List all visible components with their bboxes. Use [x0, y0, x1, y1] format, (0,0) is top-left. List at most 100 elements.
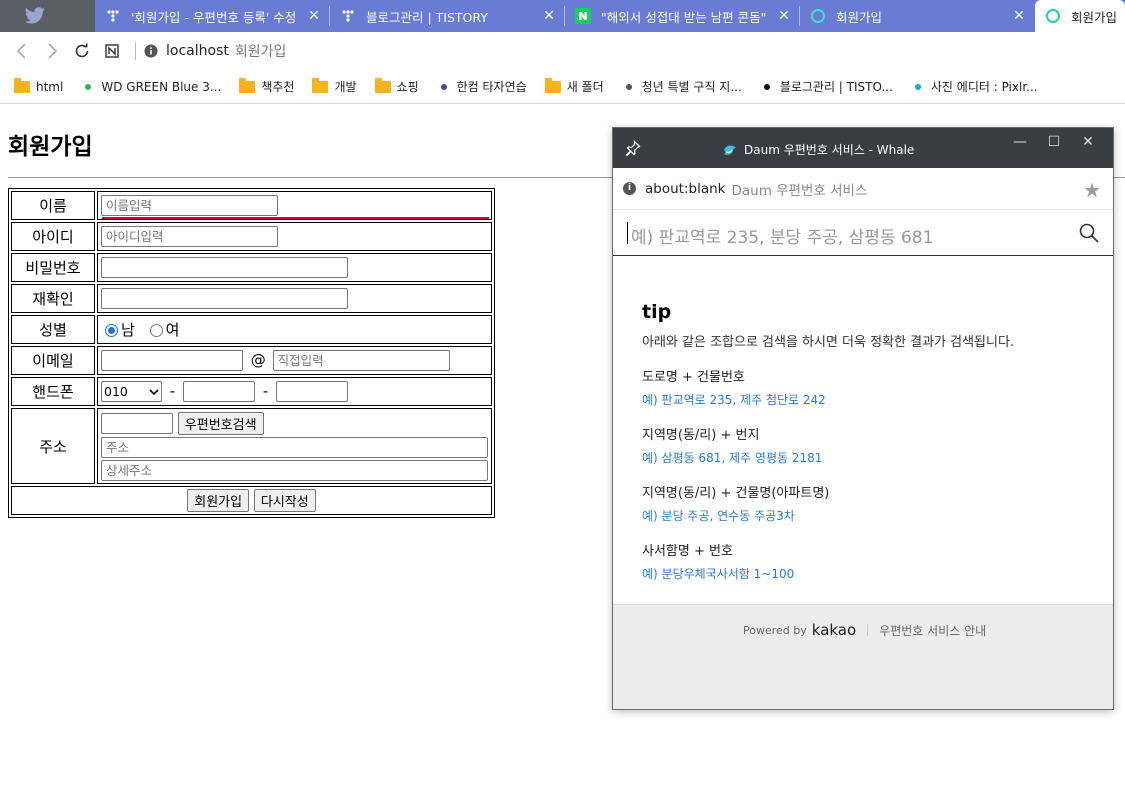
tab-bar: '회원가입 - 우편번호 등록' 수정 ✕ 블로그관리 | TISTORY ✕ …	[0, 0, 1125, 32]
service-guide-link[interactable]: 우편번호 서비스 안내	[879, 622, 986, 639]
footer-row: Powered by kakao 우편번호 서비스 안내	[743, 621, 986, 639]
phone-middle-input[interactable]	[182, 381, 255, 402]
folder-icon	[312, 77, 329, 93]
star-icon[interactable]: ★	[1083, 178, 1101, 202]
tip-title: tip	[642, 301, 672, 323]
tip-example[interactable]: 예) 분당 주공, 연수동 주공3차	[642, 507, 1113, 524]
pin-icon[interactable]	[625, 140, 641, 156]
name-input[interactable]	[101, 195, 278, 216]
gender-male-radio[interactable]	[105, 324, 118, 337]
bookmark-job[interactable]: 청년 특별 구직 지...	[622, 78, 742, 95]
address-input[interactable]	[101, 437, 488, 458]
id-input[interactable]	[101, 226, 278, 247]
info-icon[interactable]: i	[623, 182, 636, 195]
email-cell: @	[97, 346, 492, 375]
url-host[interactable]: localhost	[166, 43, 229, 59]
page-title: 회원가입	[8, 134, 93, 160]
notion-icon	[105, 44, 119, 58]
back-button[interactable]	[7, 36, 37, 66]
forward-button[interactable]	[37, 36, 67, 66]
bookmark-shopping[interactable]: 쇼핑	[374, 77, 419, 95]
submit-button[interactable]: 회원가입	[187, 489, 250, 512]
close-tab-icon[interactable]: ✕	[1011, 8, 1027, 24]
address-cell: 우편번호검색	[97, 408, 492, 484]
new-page-button[interactable]	[97, 36, 127, 66]
popup-titlebar[interactable]: Daum 우편번호 서비스 - Whale — ☐ ✕	[613, 128, 1113, 168]
tab-label: 블로그관리 | TISTORY	[366, 9, 488, 25]
bookmark-label: 청년 특별 구직 지...	[641, 80, 742, 94]
bookmarks-bar: html WD GREEN Blue 3... 책추천 개발 쇼핑 한컴 타자연…	[0, 70, 1125, 104]
search-icon[interactable]	[1079, 223, 1099, 243]
name-cell	[97, 191, 492, 220]
zipcode-search-bar[interactable]: 예) 판교역로 235, 분당 주공, 삼평동 681	[613, 210, 1113, 256]
zipcode-search-input[interactable]: 예) 판교역로 235, 분당 주공, 삼평동 681	[631, 223, 933, 248]
tip-label: 지역명(동/리) + 번지	[642, 428, 760, 443]
whale-ring-icon	[1045, 8, 1061, 24]
text-cursor	[627, 222, 628, 244]
tip-example[interactable]: 예) 분당우체국사서함 1~100	[642, 565, 1113, 582]
phone-cell: 010 - -	[97, 377, 492, 406]
tab-news[interactable]: "해외서 성접대 받는 남편 콘돔" ✕	[565, 0, 800, 32]
tip-example[interactable]: 예) 판교역로 235, 제주 첨단로 242	[642, 391, 1113, 408]
bookmark-pixlr[interactable]: 사진 에디터 : Pixlr...	[911, 78, 1038, 95]
bookmark-wd-green[interactable]: WD GREEN Blue 3...	[81, 80, 221, 94]
bookmark-label: 새 폴더	[566, 80, 604, 94]
site-favicon-icon	[763, 83, 770, 90]
phone-dash: -	[262, 382, 269, 400]
tistory-icon	[105, 8, 121, 24]
tab-label: '회원가입 - 우편번호 등록' 수정	[131, 9, 297, 25]
minimize-icon[interactable]: —	[1003, 134, 1037, 150]
zipcode-input[interactable]	[101, 413, 173, 434]
tip-description: 아래와 같은 조합으로 검색을 하시면 더욱 정확한 결과가 검색됩니다.	[642, 335, 1015, 350]
close-tab-icon[interactable]: ✕	[776, 8, 792, 24]
phone-label: 핸드폰	[11, 377, 95, 406]
email-domain-input[interactable]	[272, 350, 450, 371]
chevron-down-icon	[149, 388, 159, 395]
close-icon[interactable]: ✕	[1071, 134, 1105, 150]
password-confirm-input[interactable]	[101, 288, 348, 309]
tab-blog-admin[interactable]: 블로그관리 | TISTORY ✕	[330, 0, 565, 32]
zipcode-search-button[interactable]: 우편번호검색	[177, 412, 264, 435]
divider	[135, 42, 136, 60]
tab-edit-post[interactable]: '회원가입 - 우편번호 등록' 수정 ✕	[95, 0, 330, 32]
twitter-bird-icon	[24, 7, 45, 24]
tab-signup-1[interactable]: 회원가입 ✕	[800, 0, 1035, 32]
tip-label: 지역명(동/리) + 건물명(아파트명)	[642, 486, 830, 501]
email-id-input[interactable]	[101, 350, 243, 371]
address-detail-input[interactable]	[101, 460, 488, 481]
tip-example[interactable]: 예) 삼평동 681, 제주 영평동 2181	[642, 449, 1113, 466]
folder-icon	[239, 77, 256, 93]
id-label: 아이디	[11, 222, 95, 251]
gender-female-radio[interactable]	[149, 324, 163, 337]
info-icon[interactable]	[144, 44, 158, 58]
chevron-left-icon	[16, 43, 26, 59]
reset-button[interactable]: 다시작성	[253, 489, 316, 512]
divider	[867, 624, 869, 636]
bookmark-typing[interactable]: 한컴 타자연습	[437, 78, 527, 95]
phone-last-input[interactable]	[275, 381, 348, 402]
popup-url[interactable]: about:blank	[645, 181, 725, 197]
bookmark-label: 개발	[334, 80, 357, 94]
popup-window-title: Daum 우편번호 서비스 - Whale	[744, 143, 915, 157]
reload-icon	[75, 43, 89, 58]
password-input[interactable]	[101, 257, 348, 278]
close-tab-icon[interactable]: ✕	[541, 8, 557, 24]
folder-icon	[544, 77, 561, 93]
bookmark-books[interactable]: 책추천	[239, 77, 295, 95]
bookmark-tistory[interactable]: 블로그관리 | TISTO...	[760, 78, 893, 95]
bookmark-new-folder[interactable]: 새 폴더	[544, 77, 604, 95]
tab-signup-active[interactable]: 회원가입	[1035, 0, 1125, 32]
phone-dash: -	[169, 382, 176, 400]
email-at-sign: @	[250, 351, 266, 369]
close-tab-icon[interactable]: ✕	[306, 8, 322, 24]
bookmark-dev[interactable]: 개발	[312, 77, 357, 95]
kakao-logo[interactable]: kakao	[812, 621, 856, 639]
bookmark-label: 책추천	[261, 80, 295, 94]
phone-prefix-select[interactable]: 010	[101, 381, 162, 402]
bookmark-label: html	[36, 79, 64, 94]
maximize-icon[interactable]: ☐	[1037, 134, 1071, 150]
bookmark-html[interactable]: html	[14, 77, 64, 94]
browser-logo[interactable]	[0, 0, 95, 32]
reload-button[interactable]	[67, 36, 97, 66]
actions-cell: 회원가입 다시작성	[11, 486, 492, 515]
